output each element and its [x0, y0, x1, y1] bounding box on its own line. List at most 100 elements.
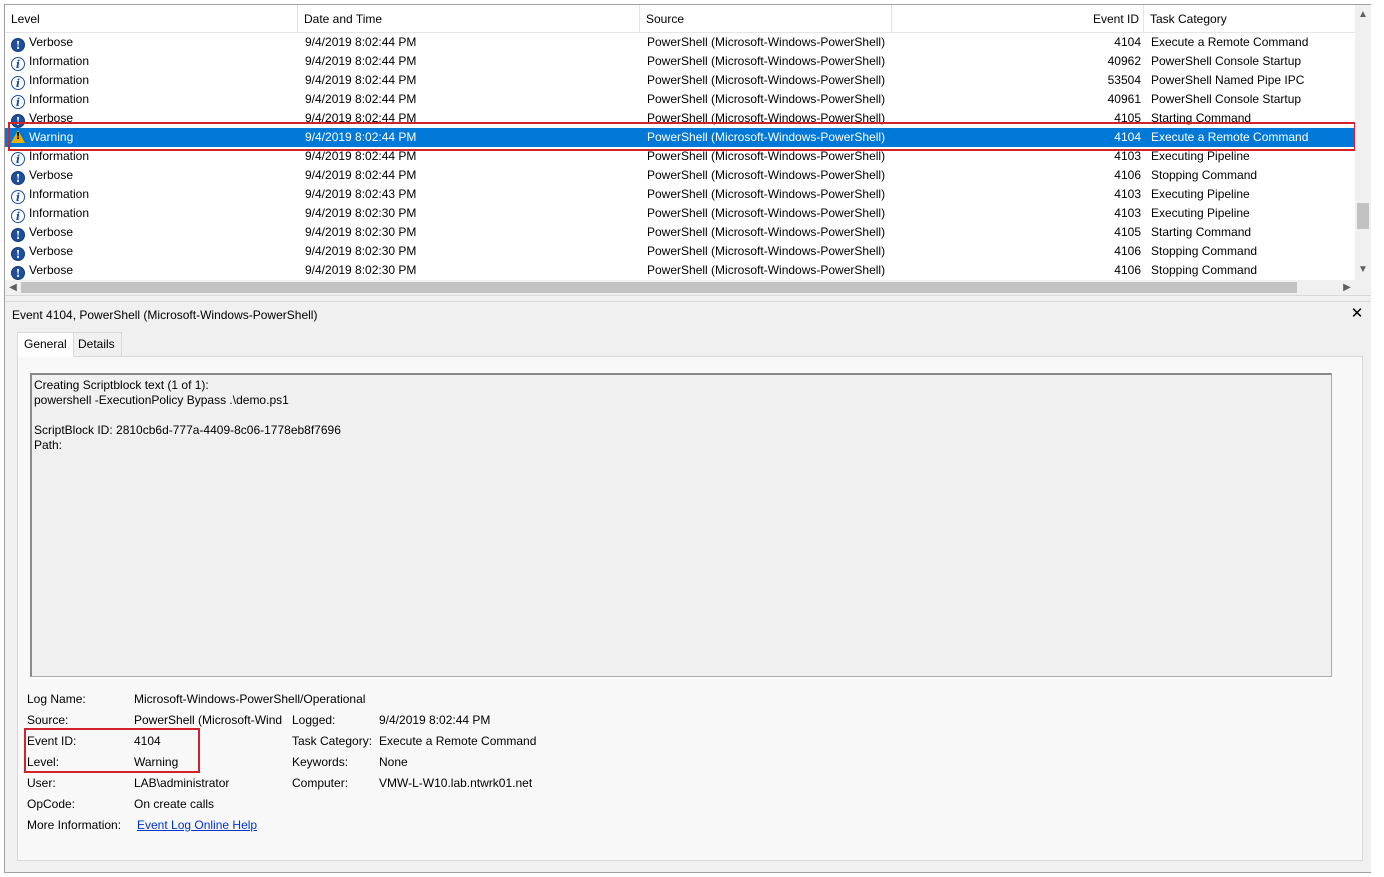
task-category-cell: Execute a Remote Command	[1151, 130, 1309, 144]
level-cell: ! Warning	[11, 128, 296, 147]
task-category-cell: Executing Pipeline	[1151, 149, 1250, 163]
horizontal-scrollbar[interactable]: ◀ ▶	[5, 280, 1355, 295]
table-row[interactable]: ! Verbose 9/4/2019 8:02:44 PM PowerShell (M…	[5, 109, 1355, 128]
source-value: PowerShell (Microsoft-Wind	[134, 713, 283, 727]
level-cell: i Information	[11, 147, 296, 166]
table-row-selected[interactable]: ! Warning 9/4/2019 8:02:44 PM PowerShell (M…	[5, 128, 1355, 147]
keywords-label: Keywords:	[292, 755, 349, 769]
column-header-event-id[interactable]: Event ID	[892, 5, 1144, 33]
table-row[interactable]: i Information 9/4/2019 8:02:44 PM PowerShel…	[5, 52, 1355, 71]
source-cell: PowerShell (Microsoft-Windows-PowerShell…	[647, 225, 886, 239]
task-category-cell: Executing Pipeline	[1151, 206, 1250, 220]
event-rows: ! Verbose 9/4/2019 8:02:44 PM PowerShell (M…	[5, 33, 1355, 280]
source-cell: PowerShell (Microsoft-Windows-PowerShell…	[647, 111, 886, 125]
vertical-scrollbar[interactable]: ▲ ▼	[1355, 5, 1371, 280]
warning-icon: !	[11, 130, 25, 143]
level-value: Warning	[134, 755, 179, 769]
date-cell: 9/4/2019 8:02:44 PM	[305, 168, 417, 182]
detail-title: Event 4104, PowerShell (Microsoft-Window…	[12, 308, 318, 322]
information-icon: i	[11, 152, 25, 166]
date-cell: 9/4/2019 8:02:30 PM	[305, 263, 417, 277]
verbose-icon: !	[11, 171, 25, 185]
date-cell: 9/4/2019 8:02:44 PM	[305, 54, 417, 68]
table-row[interactable]: ! Verbose 9/4/2019 8:02:30 PM PowerShell (M…	[5, 242, 1355, 261]
tab-details[interactable]: Details	[71, 332, 122, 356]
task-category-cell: PowerShell Named Pipe IPC	[1151, 73, 1305, 87]
event-id-cell: 4105	[1114, 111, 1141, 125]
table-row[interactable]: i Information 9/4/2019 8:02:30 PM PowerShel…	[5, 204, 1355, 223]
source-cell: PowerShell (Microsoft-Windows-PowerShell…	[647, 35, 886, 49]
column-header-level[interactable]: Level	[5, 5, 298, 33]
close-icon[interactable]: ✕	[1349, 305, 1365, 323]
level-cell: ! Verbose	[11, 223, 296, 242]
tab-general[interactable]: General	[17, 332, 74, 357]
event-id-label: Event ID:	[27, 734, 77, 748]
date-cell: 9/4/2019 8:02:44 PM	[305, 73, 417, 87]
scroll-up-icon[interactable]: ▲	[1355, 7, 1371, 23]
user-label: User:	[27, 776, 56, 790]
date-cell: 9/4/2019 8:02:44 PM	[305, 111, 417, 125]
vertical-scroll-thumb[interactable]	[1357, 203, 1369, 229]
event-id-cell: 4105	[1114, 225, 1141, 239]
level-cell: ! Verbose	[11, 242, 296, 261]
table-row[interactable]: ! Verbose 9/4/2019 8:02:44 PM PowerShell (M…	[5, 166, 1355, 185]
source-cell: PowerShell (Microsoft-Windows-PowerShell…	[647, 187, 886, 201]
event-id-cell: 53504	[1107, 73, 1141, 87]
level-text: Information	[29, 92, 90, 106]
level-text: Information	[29, 73, 90, 87]
table-row[interactable]: ! Verbose 9/4/2019 8:02:30 PM PowerShell (M…	[5, 261, 1355, 280]
event-log-online-help-link[interactable]: Event Log Online Help	[137, 815, 257, 836]
column-header-date[interactable]: Date and Time	[298, 5, 640, 33]
event-id-cell: 4104	[1114, 35, 1141, 49]
verbose-icon: !	[11, 38, 25, 52]
level-text: Information	[29, 206, 90, 220]
verbose-icon: !	[11, 247, 25, 261]
table-row[interactable]: i Information 9/4/2019 8:02:43 PM PowerShel…	[5, 185, 1355, 204]
task-category-cell: Execute a Remote Command	[1151, 35, 1309, 49]
table-row[interactable]: ! Verbose 9/4/2019 8:02:44 PM PowerShell (M…	[5, 33, 1355, 52]
task-category-cell: PowerShell Console Startup	[1151, 92, 1302, 106]
information-icon: i	[11, 76, 25, 90]
level-text: Information	[29, 149, 90, 163]
table-row[interactable]: i Information 9/4/2019 8:02:44 PM PowerShel…	[5, 147, 1355, 166]
opcode-value: On create calls	[134, 797, 215, 811]
task-category-cell: Starting Command	[1151, 111, 1252, 125]
task-category-cell: Stopping Command	[1151, 263, 1258, 277]
table-row[interactable]: i Information 9/4/2019 8:02:44 PM PowerShel…	[5, 90, 1355, 109]
level-text: Verbose	[29, 225, 74, 239]
keywords-value: None	[379, 755, 408, 769]
task-category-cell: Starting Command	[1151, 225, 1252, 239]
horizontal-scroll-thumb[interactable]	[21, 282, 1297, 293]
event-properties: Log Name: Microsoft-Windows-PowerShell/O…	[18, 357, 1364, 862]
event-detail-pane: Event 4104, PowerShell (Microsoft-Window…	[5, 302, 1371, 872]
task-category-label: Task Category:	[292, 734, 373, 748]
level-cell: ! Verbose	[11, 261, 296, 280]
scroll-left-icon[interactable]: ◀	[5, 280, 21, 295]
table-row[interactable]: ! Verbose 9/4/2019 8:02:30 PM PowerShell (M…	[5, 223, 1355, 242]
event-id-cell: 4103	[1114, 187, 1141, 201]
information-icon: i	[11, 95, 25, 109]
level-text: Verbose	[29, 111, 74, 125]
level-text: Verbose	[29, 244, 74, 258]
column-header-source[interactable]: Source	[640, 5, 892, 33]
event-id-cell: 4106	[1114, 168, 1141, 182]
column-header-task-category[interactable]: Task Category	[1144, 5, 1355, 33]
date-cell: 9/4/2019 8:02:30 PM	[305, 244, 417, 258]
pane-splitter[interactable]	[5, 295, 1371, 302]
date-cell: 9/4/2019 8:02:30 PM	[305, 225, 417, 239]
source-cell: PowerShell (Microsoft-Windows-PowerShell…	[647, 168, 886, 182]
table-row[interactable]: i Information 9/4/2019 8:02:44 PM PowerShel…	[5, 71, 1355, 90]
scroll-right-icon[interactable]: ▶	[1339, 280, 1355, 295]
level-cell: ! Verbose	[11, 166, 296, 185]
verbose-icon: !	[11, 266, 25, 280]
verbose-icon: !	[11, 228, 25, 242]
level-text: Verbose	[29, 263, 74, 277]
date-cell: 9/4/2019 8:02:30 PM	[305, 206, 417, 220]
scroll-down-icon[interactable]: ▼	[1355, 262, 1371, 278]
source-label: Source:	[27, 713, 69, 727]
information-icon: i	[11, 190, 25, 204]
level-cell: i Information	[11, 71, 296, 90]
level-cell: i Information	[11, 204, 296, 223]
computer-label: Computer:	[292, 776, 349, 790]
user-value: LAB\administrator	[134, 776, 230, 790]
